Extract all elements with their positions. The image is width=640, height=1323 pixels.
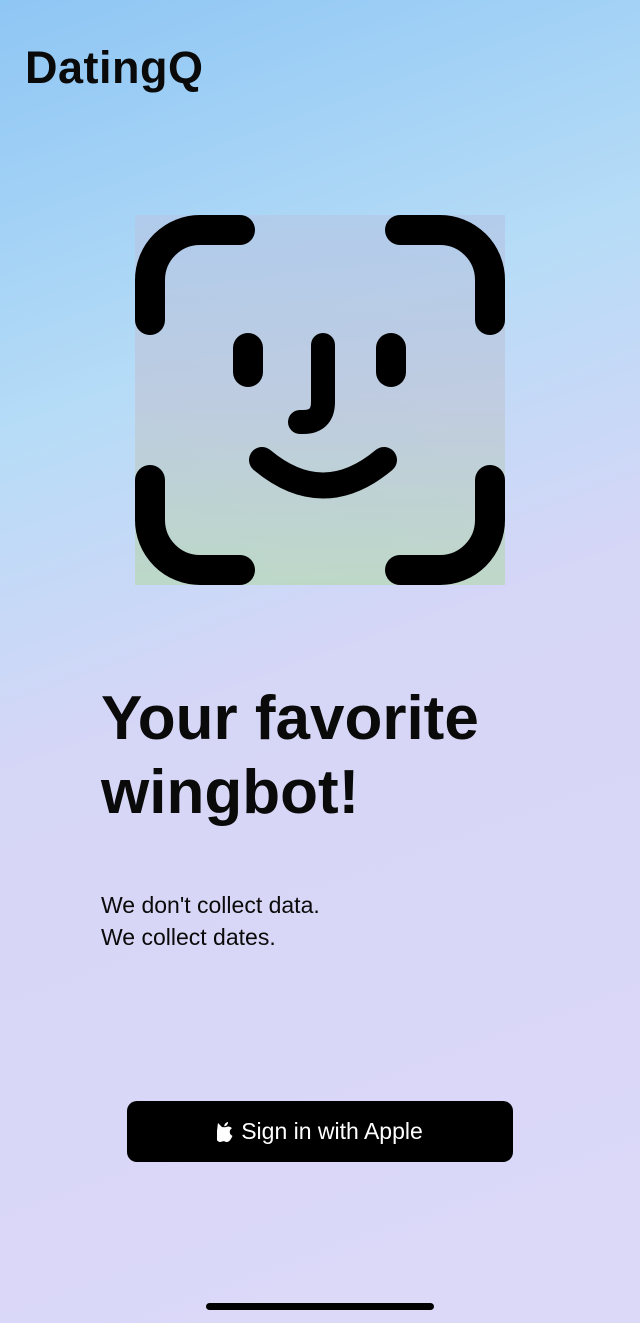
face-id-icon bbox=[135, 215, 505, 585]
apple-logo-icon bbox=[217, 1121, 233, 1142]
tagline-line-1: We don't collect data. bbox=[101, 892, 320, 918]
app-title: DatingQ bbox=[25, 42, 204, 93]
sign-in-label: Sign in with Apple bbox=[241, 1118, 423, 1144]
tagline: We don't collect data. We collect dates. bbox=[101, 889, 320, 953]
headline-line-1: Your favorite bbox=[101, 684, 479, 753]
sign-in-with-apple-button[interactable]: Sign in with Apple bbox=[127, 1101, 513, 1162]
headline: Your favorite wingbot! bbox=[101, 682, 479, 830]
headline-line-2: wingbot! bbox=[101, 758, 360, 827]
home-indicator[interactable] bbox=[206, 1303, 434, 1310]
tagline-line-2: We collect dates. bbox=[101, 924, 276, 950]
